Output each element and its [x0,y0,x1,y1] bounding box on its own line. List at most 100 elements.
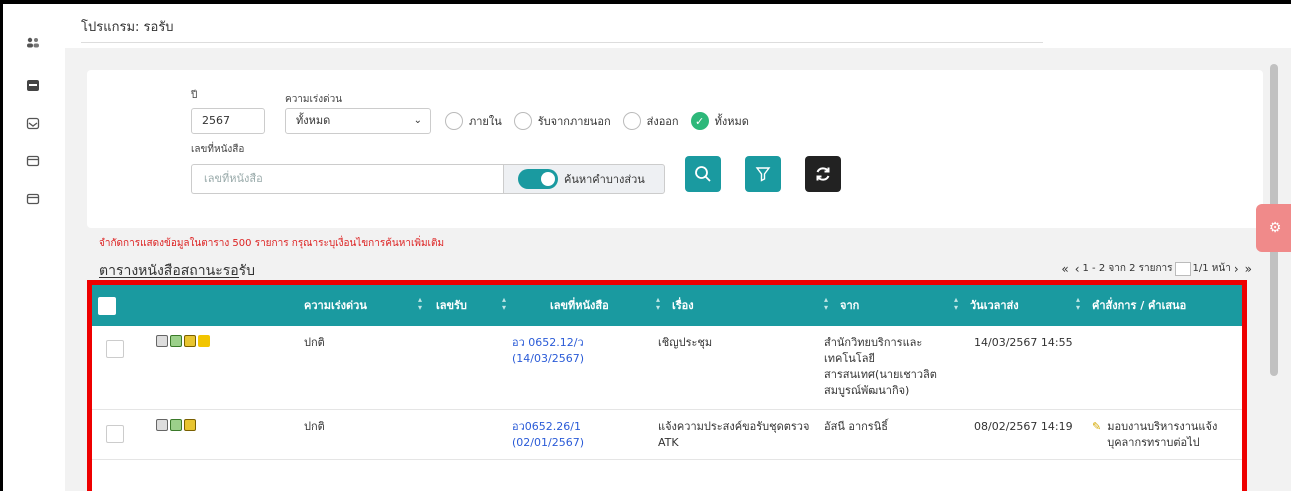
col-sent-at[interactable]: วันเวลาส่ง [970,285,1019,326]
col-order[interactable]: คำสั่งการ / คำเสนอ [1092,285,1186,326]
sort-icon[interactable]: ▴ ▾ [952,296,960,312]
urgency-label: ความเร่งด่วน [285,94,343,105]
chevron-down-icon: ⌄ [413,115,422,126]
toggle-switch[interactable] [518,169,558,189]
sort-icon[interactable]: ▴ ▾ [500,296,508,312]
from-line: สารสนเทศ(นายเชาวลิต [824,368,937,381]
cell-doc-no[interactable]: อว0652.26/1 (02/01/2567) [512,419,584,451]
table-header: ความเร่งด่วน ▴ ▾ เลขรับ ▴ ▾ เลขที่หนังสือ … [92,285,1242,326]
doc-date[interactable]: (02/01/2567) [512,435,584,451]
cell-order: ✎ มอบงานบริหารงานแจ้ง บุคลากรทราบต่อไป [1092,419,1217,451]
row-checkbox[interactable] [106,425,124,443]
pagination: « ‹ 1 - 2 จาก 2 รายการ 1/1 หน้า › » [1058,261,1255,276]
table-heading: ตารางหนังสือสถานะรอรับ [99,263,256,279]
select-all-checkbox[interactable] [98,297,116,315]
search-icon [695,166,711,182]
title-divider [81,42,1043,43]
radio-external[interactable]: รับจากภายนอก [513,112,611,130]
page-suffix: 1/1 หน้า [1192,263,1231,274]
subject-line: แจ้งความประสงค์ขอรับชุดตรวจ [658,420,810,433]
filter-panel: ปี ความเร่งด่วน 2567 ทั้งหมด ⌄ ภายใน รับ… [87,70,1263,228]
attachment-icon[interactable] [156,419,168,431]
from-line: สมบูรณ์พัฒนากิจ) [824,384,910,397]
col-urgency[interactable]: ความเร่งด่วน [304,285,367,326]
number-badge-icon[interactable] [198,335,210,347]
partial-search-toggle[interactable]: ค้นหาคำบางส่วน [503,164,665,194]
page-number-input[interactable] [1174,261,1191,276]
next-page-button[interactable]: › [1234,262,1239,276]
radio-circle-icon [622,112,641,130]
scope-radio-group: ภายใน รับจากภายนอก ส่งออก ✓ ทั้งหมด [445,110,761,132]
forward-icon[interactable] [170,335,182,347]
cell-from: สำนักวิทยบริการและ เทคโนโลยี สารสนเทศ(นา… [824,335,937,399]
col-doc-no[interactable]: เลขที่หนังสือ [550,285,609,326]
sort-icon[interactable]: ▴ ▾ [822,296,830,312]
cell-urgency: ปกติ [304,420,325,433]
refresh-icon [816,167,830,181]
row-checkbox[interactable] [106,340,124,358]
users-icon[interactable] [25,36,41,50]
edit-icon[interactable] [184,419,196,431]
radio-label: ส่งออก [646,115,679,128]
radio-internal[interactable]: ภายใน [445,112,502,130]
refresh-button[interactable] [805,156,841,192]
year-input[interactable]: 2567 [191,108,265,134]
filter-button[interactable] [745,156,781,192]
app-window: โปรแกรม: รอรับ ปี ความเร่งด่วน 2567 ทั้ง… [3,4,1291,491]
forward-icon[interactable] [170,419,182,431]
prev-page-button[interactable]: ‹ [1075,262,1080,276]
limit-notice: จำกัดการแสดงข้อมูลในตาราง 500 รายการ กรุ… [99,238,445,249]
col-from[interactable]: จาก [840,285,859,326]
order-line: บุคลากรทราบต่อไป [1107,436,1200,449]
radio-circle-icon [513,112,532,130]
gear-icon: ⚙ [1268,220,1282,236]
filter-icon [755,167,771,182]
cell-doc-no[interactable]: อว 0652.12/ว (14/03/2567) [512,335,584,367]
folder-icon[interactable] [25,154,41,168]
from-line: สำนักวิทยบริการและ [824,336,923,349]
page-title: โปรแกรม: รอรับ [81,20,174,35]
doc-date[interactable]: (14/03/2567) [512,351,584,367]
row-status-icons [156,419,198,431]
year-label: ปี [191,90,198,101]
settings-tab[interactable]: ⚙ [1256,204,1291,252]
col-subject[interactable]: เรื่อง [672,285,694,326]
table-heading-underline [99,277,239,278]
urgency-selected-value: ทั้งหมด [296,114,331,127]
doc-no-link[interactable]: อว0652.26/1 [512,419,584,435]
attachment-icon[interactable] [156,335,168,347]
radio-outgoing[interactable]: ส่งออก [622,112,679,130]
first-page-button[interactable]: « [1061,262,1068,276]
doc-no-link[interactable]: อว 0652.12/ว [512,335,584,351]
subject-line: ATK [658,436,679,449]
col-receive-no[interactable]: เลขรับ [436,285,467,326]
inbox-icon[interactable] [25,78,41,92]
radio-all[interactable]: ✓ ทั้งหมด [690,112,749,130]
cell-subject: แจ้งความประสงค์ขอรับชุดตรวจ ATK [658,419,809,451]
urgency-select[interactable]: ทั้งหมด ⌄ [285,108,431,134]
table-row[interactable]: ปกติ อว 0652.12/ว (14/03/2567) เชิญประชุ… [92,326,1242,410]
row-status-icons [156,335,212,347]
page-summary: 1 - 2 จาก 2 รายการ [1082,263,1173,274]
check-circle-icon: ✓ [690,112,709,130]
radio-label: ภายใน [469,115,502,128]
edit-icon[interactable] [184,335,196,347]
table-row[interactable]: ปกติ อว0652.26/1 (02/01/2567) แจ้งความปร… [92,410,1242,460]
radio-circle-icon [445,112,463,130]
search-button[interactable] [685,156,721,192]
order-line: มอบงานบริหารงานแจ้ง [1107,420,1218,433]
cell-from: อัสนี อากรนิธิ์ [824,420,888,433]
radio-label: ทั้งหมด [714,115,749,128]
cell-subject: เชิญประชุม [658,336,713,349]
cell-urgency: ปกติ [304,336,325,349]
radio-label: รับจากภายนอก [537,115,611,128]
docno-input[interactable]: เลขที่หนังสือ [191,164,503,194]
documents-table: ความเร่งด่วน ▴ ▾ เลขรับ ▴ ▾ เลขที่หนังสือ … [87,280,1247,491]
last-page-button[interactable]: » [1245,262,1252,276]
sidebar [3,4,65,491]
sort-icon[interactable]: ▴ ▾ [416,296,424,312]
sort-icon[interactable]: ▴ ▾ [654,296,662,312]
outbox-icon[interactable] [25,116,41,130]
archive-icon[interactable] [25,192,41,206]
sort-icon[interactable]: ▴ ▾ [1074,296,1082,312]
